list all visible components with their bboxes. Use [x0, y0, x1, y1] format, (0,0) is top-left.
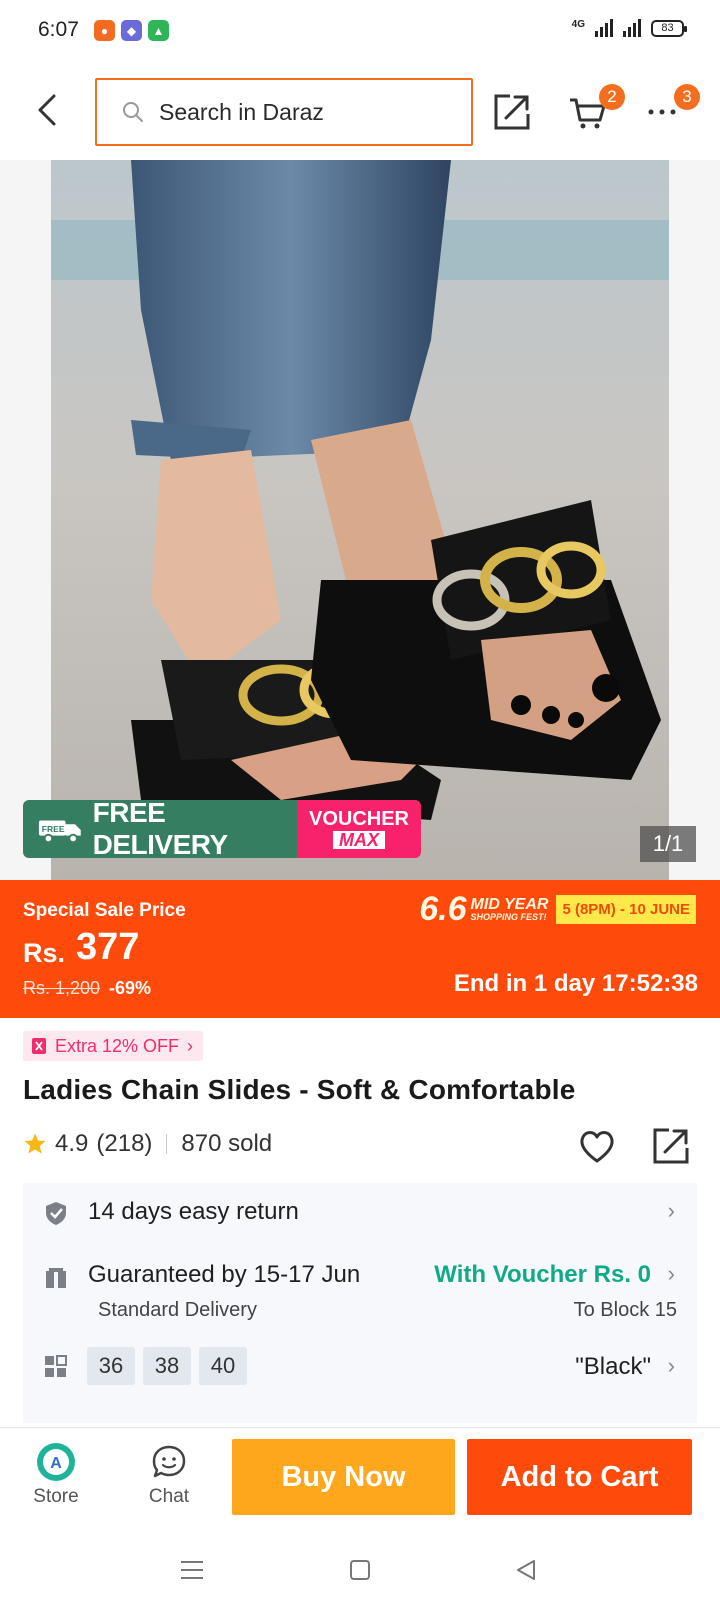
back-button[interactable]: [30, 90, 66, 130]
delivery-location: To Block 15: [573, 1299, 677, 1321]
countdown-timer: End in 1 day 17:52:38: [453, 970, 698, 997]
back-arrow-icon: [38, 94, 56, 126]
sale-price: 377: [76, 926, 140, 968]
cart-badge: 2: [599, 84, 625, 110]
voucher-max-label: MAX: [333, 831, 385, 849]
delivery-type: Standard Delivery: [98, 1299, 257, 1321]
more-button[interactable]: 3: [640, 84, 700, 134]
voucher-icon: [32, 1038, 46, 1054]
free-delivery-banner: FREE FREE DELIVERY VOUCHER MAX: [23, 800, 421, 858]
store-logo-icon: A: [37, 1443, 75, 1481]
chevron-right-icon: ›: [667, 1353, 675, 1378]
size-option[interactable]: 40: [199, 1347, 247, 1385]
svg-text:FREE: FREE: [42, 824, 65, 834]
size-option[interactable]: 36: [87, 1347, 135, 1385]
campaign-dates: 5 (8PM) - 10 JUNE: [556, 895, 696, 924]
variant-row[interactable]: 36 38 40 "Black" ›: [23, 1341, 697, 1391]
more-icon: [648, 109, 676, 115]
product-title: Ladies Chain Slides - Soft & Comfortable: [23, 1074, 576, 1105]
menu-nav-icon[interactable]: [177, 1557, 207, 1583]
network-type: 4G: [571, 18, 585, 30]
discount-percent: -69%: [109, 978, 152, 998]
return-policy-row[interactable]: 14 days easy return ›: [23, 1183, 697, 1243]
app-notification-icon: ▲: [148, 20, 169, 41]
app-notification-icon: ◆: [121, 20, 142, 41]
top-nav: Search in Daraz 2 3: [0, 62, 720, 160]
extra-off-tag[interactable]: Extra 12% OFF ›: [23, 1031, 204, 1061]
chevron-right-icon: ›: [187, 1035, 194, 1056]
search-input[interactable]: Search in Daraz: [95, 78, 473, 146]
chevron-right-icon: ›: [667, 1198, 675, 1223]
store-label: Store: [33, 1486, 79, 1507]
variants-icon: [45, 1355, 67, 1377]
back-nav-icon[interactable]: [512, 1557, 542, 1583]
service-info-card: 14 days easy return › Guaranteed by 15-1…: [23, 1183, 697, 1423]
app-notification-icon: ●: [94, 20, 115, 41]
sold-count: 870 sold: [181, 1130, 273, 1157]
campaign-logo: 6.6 MID YEAR SHOPPING FEST! 5 (8PM) - 10 …: [419, 890, 696, 929]
battery-icon: 83: [651, 19, 687, 37]
heart-icon: [580, 1131, 614, 1163]
more-badge: 3: [674, 84, 700, 110]
free-delivery-badge: FREE FREE DELIVERY: [23, 800, 297, 858]
review-count: (218): [96, 1130, 153, 1157]
chat-label: Chat: [148, 1486, 190, 1507]
chat-icon: [152, 1445, 186, 1478]
wishlist-button[interactable]: [577, 1126, 621, 1170]
bottom-action-bar: A Store Chat Buy Now Add to Cart: [0, 1427, 720, 1537]
signal-icon: [595, 19, 613, 37]
delivery-voucher-text: With Voucher Rs. 0: [434, 1261, 651, 1288]
system-navigation-bar: [0, 1537, 720, 1600]
buy-now-button[interactable]: Buy Now: [232, 1439, 455, 1515]
shield-check-icon: [46, 1202, 66, 1225]
rating-row[interactable]: 4.9 (218) 870 sold: [23, 1130, 272, 1158]
share-icon: [653, 1128, 689, 1164]
home-nav-icon[interactable]: [345, 1557, 375, 1583]
image-counter: 1/1: [640, 826, 696, 862]
status-time: 6:07: [38, 18, 79, 41]
sandal-photo: [51, 160, 669, 880]
campaign-title: MID YEAR SHOPPING FEST!: [470, 896, 549, 922]
add-to-cart-button[interactable]: Add to Cart: [467, 1439, 692, 1515]
store-button[interactable]: A Store: [11, 1442, 101, 1508]
rating-value: 4.9: [55, 1130, 89, 1157]
chevron-right-icon: ›: [667, 1261, 675, 1286]
status-bar: 6:07 ● ◆ ▲ 4G 83: [0, 0, 720, 62]
free-delivery-text: FREE DELIVERY: [92, 800, 229, 858]
price-block: Special Sale Price Rs. 377 Rs. 1,200 -69…: [0, 880, 720, 1018]
product-gallery[interactable]: FREE FREE DELIVERY VOUCHER MAX 1/1: [0, 160, 720, 880]
search-icon: [123, 102, 143, 122]
star-icon: [24, 1133, 46, 1154]
cart-button[interactable]: 2: [565, 84, 625, 134]
delivery-box-icon: [46, 1268, 66, 1288]
selected-color: "Black": [575, 1353, 651, 1380]
search-placeholder: Search in Daraz: [159, 98, 324, 125]
price-currency: Rs.: [23, 938, 66, 968]
delivery-row[interactable]: Guaranteed by 15-17 Jun With Voucher Rs.…: [23, 1243, 697, 1333]
extra-off-label: Extra 12% OFF: [55, 1035, 180, 1056]
share-product-button[interactable]: [651, 1126, 695, 1170]
divider: [166, 1134, 168, 1154]
status-app-icons: ● ◆ ▲: [94, 20, 169, 41]
share-icon: [494, 94, 530, 130]
voucher-max-badge: VOUCHER MAX: [297, 800, 421, 858]
chat-button[interactable]: Chat: [124, 1442, 214, 1508]
size-options: 36 38 40: [87, 1347, 247, 1385]
truck-icon: FREE: [38, 820, 81, 844]
delivery-guarantee-text: Guaranteed by 15-17 Jun: [88, 1261, 361, 1288]
product-image[interactable]: [51, 160, 669, 880]
return-policy-text: 14 days easy return: [88, 1198, 299, 1225]
share-button[interactable]: [490, 90, 534, 134]
status-indicators: 4G 83: [571, 18, 687, 37]
svg-text:A: A: [50, 1455, 62, 1472]
signal-icon: [623, 19, 641, 37]
voucher-label: VOUCHER: [308, 808, 409, 830]
size-option[interactable]: 38: [143, 1347, 191, 1385]
original-price: Rs. 1,200: [23, 978, 101, 998]
special-sale-label: Special Sale Price: [23, 900, 186, 921]
campaign-number: 6.6: [419, 890, 467, 928]
